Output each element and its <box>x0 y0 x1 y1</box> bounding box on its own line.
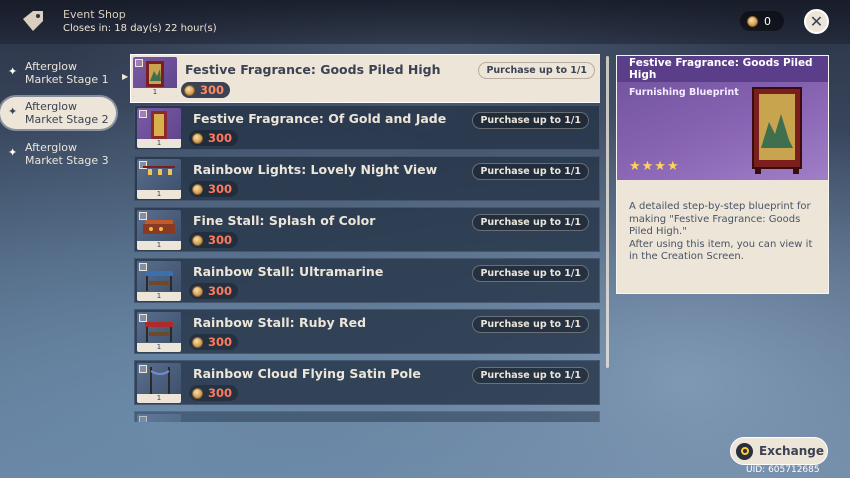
shop-title: Event Shop <box>63 8 126 21</box>
shop-item-6[interactable]: 1 Rainbow Cloud Flying Satin Pole 300 Pu… <box>134 360 600 405</box>
price-value: 300 <box>208 233 233 247</box>
detail-title: Festive Fragrance: Goods Piled High <box>617 56 828 82</box>
detail-header: Festive Fragrance: Goods Piled High Furn… <box>617 56 828 180</box>
close-button[interactable]: ✕ <box>804 9 829 34</box>
exchange-button[interactable]: Exchange <box>730 437 828 465</box>
purchase-limit-badge: Purchase up to 1/1 <box>472 265 589 282</box>
exchange-label: Exchange <box>759 444 824 458</box>
stage-tab-1[interactable]: ✦ Afterglow Market Stage 1 <box>0 57 116 89</box>
coin-icon <box>747 15 758 27</box>
coin-icon <box>192 183 203 195</box>
coin-icon <box>192 132 203 144</box>
price-value: 300 <box>208 386 233 400</box>
coin-icon <box>192 336 203 348</box>
coin-icon <box>192 387 203 399</box>
lanterns-icon <box>143 166 175 175</box>
item-qty: 1 <box>137 394 181 403</box>
item-price: 300 <box>189 385 239 401</box>
item-qty: 1 <box>133 88 177 97</box>
sparkle-icon: ✦ <box>8 65 18 78</box>
folding-screen-image <box>752 87 802 174</box>
item-thumbnail: 1 <box>137 159 181 199</box>
shop-item-5[interactable]: 1 Rainbow Stall: Ruby Red 300 Purchase u… <box>134 309 600 354</box>
price-value: 300 <box>208 335 233 349</box>
item-thumbnail: 1 <box>137 363 181 403</box>
item-price: 300 <box>181 82 231 98</box>
price-value: 300 <box>200 83 225 97</box>
item-price: 300 <box>189 232 239 248</box>
shop-item-0[interactable]: 1 Festive Fragrance: Goods Piled High 30… <box>130 54 600 103</box>
shop-item-2[interactable]: 1 Rainbow Lights: Lovely Night View 300 … <box>134 156 600 201</box>
stage-tab-3[interactable]: ✦ Afterglow Market Stage 3 <box>0 138 116 170</box>
item-name: Rainbow Stall: Ultramarine <box>193 264 384 279</box>
folding-screen-icon <box>146 61 164 87</box>
item-thumbnail: 1 <box>137 210 181 250</box>
item-name: Fine Stall: Splash of Color <box>193 213 376 228</box>
blue-stall-icon <box>145 271 173 291</box>
stage-tab-label: Afterglow Market Stage 3 <box>25 141 109 167</box>
sparkle-icon: ✦ <box>8 146 18 159</box>
detail-item-type: Furnishing Blueprint <box>629 87 739 98</box>
item-thumbnail: 1 <box>133 57 177 97</box>
purchase-limit-badge: Purchase up to 1/1 <box>472 367 589 384</box>
currency-amount: 0 <box>764 14 771 28</box>
item-detail-panel: Festive Fragrance: Goods Piled High Furn… <box>616 55 829 294</box>
price-value: 300 <box>208 284 233 298</box>
item-qty: 1 <box>137 241 181 250</box>
item-name: Rainbow Lights: Lovely Night View <box>193 162 438 177</box>
coin-icon <box>192 285 203 297</box>
stage-tab-2[interactable]: ✦ Afterglow Market Stage 2 <box>0 97 116 129</box>
item-price: 300 <box>189 283 239 299</box>
item-name: Festive Fragrance: Goods Piled High <box>185 62 441 77</box>
sparkle-icon: ✦ <box>8 105 18 118</box>
item-price: 300 <box>189 130 239 146</box>
item-qty: 1 <box>137 292 181 301</box>
item-price: 300 <box>189 181 239 197</box>
purchase-limit-badge: Purchase up to 1/1 <box>472 316 589 333</box>
shop-item-4[interactable]: 1 Rainbow Stall: Ultramarine 300 Purchas… <box>134 258 600 303</box>
satin-pole-icon <box>150 367 170 395</box>
uid-label: UID: 605712685 <box>746 465 820 475</box>
screen-icon <box>151 111 167 139</box>
item-thumbnail: 1 <box>137 312 181 352</box>
coin-icon <box>192 234 203 246</box>
purchase-limit-badge: Purchase up to 1/1 <box>472 112 589 129</box>
item-name: Rainbow Cloud Flying Satin Pole <box>193 366 421 381</box>
item-name: Festive Fragrance: Of Gold and Jade <box>193 111 447 126</box>
blueprint-badge-icon <box>139 416 147 422</box>
currency-counter: 0 <box>740 11 784 31</box>
coin-icon <box>184 84 195 96</box>
exchange-icon <box>736 442 753 460</box>
item-qty: 1 <box>137 139 181 148</box>
shop-closes-in: Closes in: 18 day(s) 22 hour(s) <box>63 23 217 34</box>
rarity-stars: ★★★★ <box>629 159 680 174</box>
price-value: 300 <box>208 182 233 196</box>
stall-icon <box>143 220 175 234</box>
shop-item-1[interactable]: 1 Festive Fragrance: Of Gold and Jade 30… <box>134 105 600 150</box>
item-thumbnail: 1 <box>137 108 181 148</box>
purchase-limit-badge: Purchase up to 1/1 <box>472 214 589 231</box>
item-thumbnail: 1 <box>137 261 181 301</box>
selection-arrow-icon: ▶ <box>122 72 129 81</box>
shop-tag-icon <box>23 11 43 31</box>
item-qty: 1 <box>137 190 181 199</box>
stage-tab-label: Afterglow Market Stage 2 <box>25 100 109 126</box>
close-icon: ✕ <box>809 11 824 31</box>
stage-tab-label: Afterglow Market Stage 1 <box>25 60 109 86</box>
price-value: 300 <box>208 131 233 145</box>
purchase-limit-badge: Purchase up to 1/1 <box>478 62 595 79</box>
list-scrollbar[interactable] <box>606 56 609 368</box>
item-thumbnail <box>137 414 181 422</box>
red-stall-icon <box>145 322 173 342</box>
shop-item-3[interactable]: 1 Fine Stall: Splash of Color 300 Purcha… <box>134 207 600 252</box>
item-name: Rainbow Stall: Ruby Red <box>193 315 367 330</box>
item-qty: 1 <box>137 343 181 352</box>
shop-item-partial[interactable] <box>134 411 600 422</box>
item-list[interactable]: 1 Festive Fragrance: Goods Piled High 30… <box>130 54 600 422</box>
detail-description: A detailed step-by-step blueprint for ma… <box>629 201 813 262</box>
top-bar: Event Shop Closes in: 18 day(s) 22 hour(… <box>0 0 850 44</box>
purchase-limit-badge: Purchase up to 1/1 <box>472 163 589 180</box>
item-price: 300 <box>189 334 239 350</box>
